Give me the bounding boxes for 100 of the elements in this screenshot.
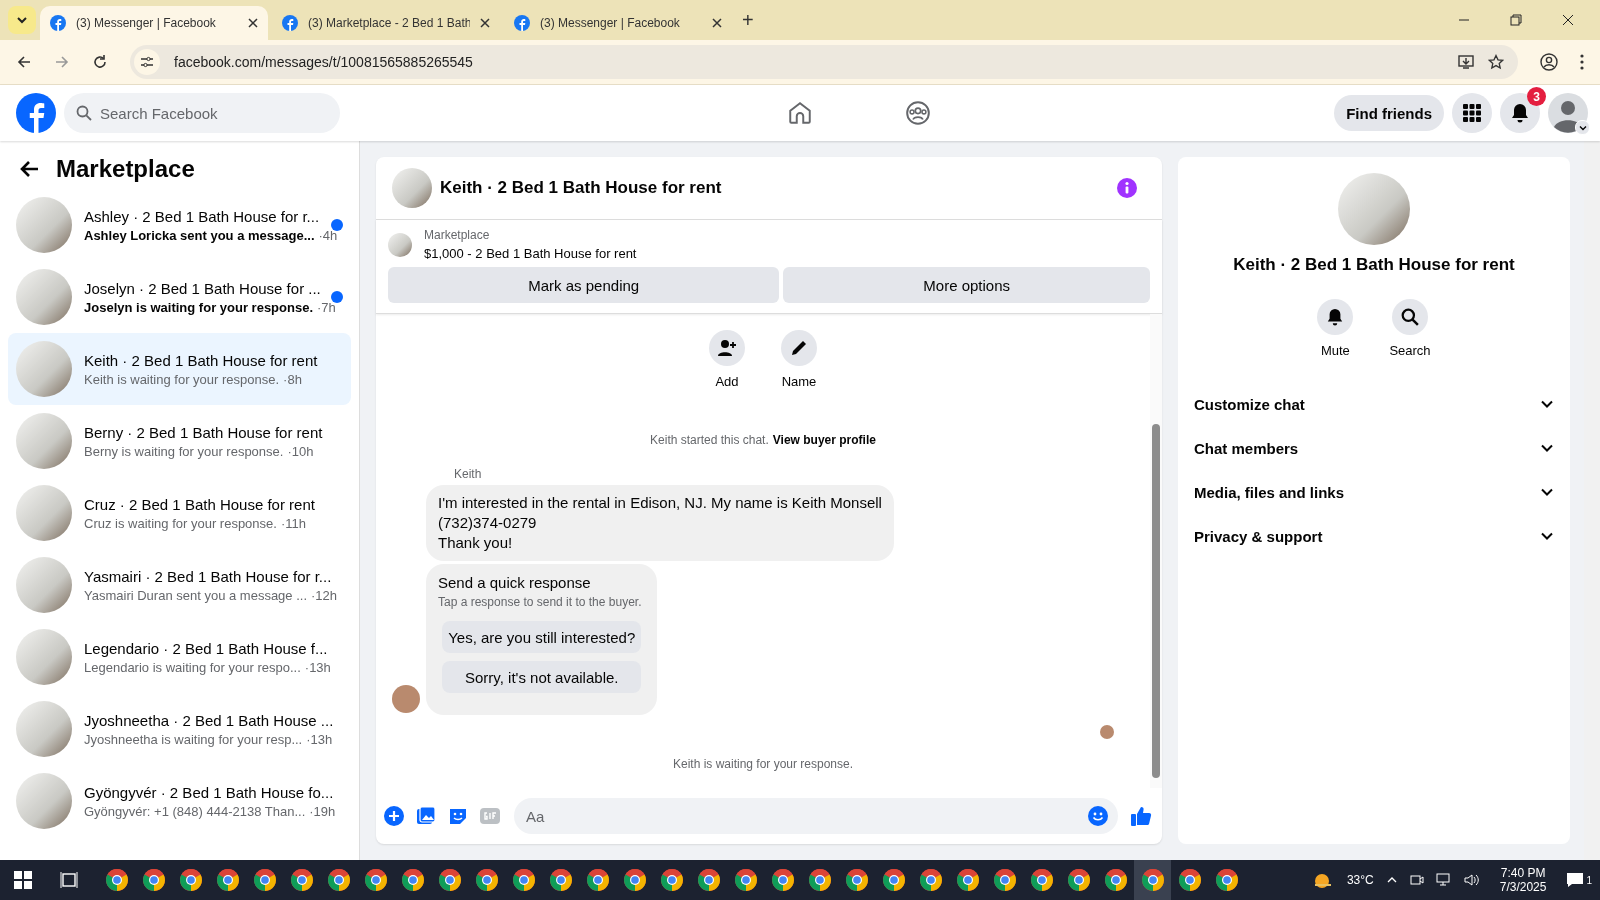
- sticker-icon[interactable]: [448, 806, 468, 826]
- collapsible-section[interactable]: Customize chat: [1194, 382, 1554, 426]
- back-icon[interactable]: [16, 54, 32, 70]
- windows-start-icon[interactable]: [14, 871, 32, 889]
- conversation-item[interactable]: Jyoshneetha · 2 Bed 1 Bath House ... Jyoshneetha is waiting for your resp... ·13h: [8, 693, 351, 765]
- browser-tab[interactable]: (3) Messenger | Facebook: [40, 6, 268, 40]
- add-person-button[interactable]: [709, 330, 745, 366]
- photo-placeholder: [16, 773, 72, 829]
- photo-placeholder: [16, 701, 72, 757]
- conversation-item[interactable]: Legendario · 2 Bed 1 Bath House f... Legendario is waiting for your respo... ·13h: [8, 621, 351, 693]
- temperature: 33°C: [1346, 873, 1374, 887]
- install-app-icon[interactable]: [1458, 54, 1474, 70]
- photo-placeholder: [388, 232, 412, 257]
- caret-icon[interactable]: [1575, 120, 1590, 135]
- facebook-icon: [282, 15, 298, 31]
- conversation-title: Gyöngyvér · 2 Bed 1 Bath House fo...: [84, 783, 335, 801]
- photo-placeholder: [16, 629, 72, 685]
- pencil-icon: [789, 338, 809, 358]
- page-scrollbar[interactable]: [1584, 141, 1600, 860]
- camera-icon[interactable]: [1409, 873, 1424, 887]
- collapsible-section[interactable]: Chat members: [1194, 426, 1554, 470]
- conversation-item[interactable]: Berny · 2 Bed 1 Bath House for rent Berny is waiting for your response. ·10h: [8, 405, 351, 477]
- emoji-icon[interactable]: [1088, 806, 1108, 826]
- new-tab-button[interactable]: +: [736, 7, 760, 33]
- photo-placeholder: [16, 485, 72, 541]
- photo-placeholder: [392, 168, 432, 208]
- listing-title: $1,000 - 2 Bed 1 Bath House for rent: [424, 246, 637, 261]
- conversation-title: Yasmairi · 2 Bed 1 Bath House for r...: [84, 567, 333, 585]
- message-preview: Legendario is waiting for your respo...: [84, 659, 301, 675]
- account-avatar[interactable]: [1548, 93, 1588, 133]
- view-buyer-profile-link[interactable]: View buyer profile: [772, 433, 876, 447]
- bell-icon: [1326, 308, 1345, 326]
- browser-tab[interactable]: (3) Messenger | Facebook: [504, 6, 732, 40]
- address-bar[interactable]: facebook.com/messages/t/10081565885265545: [130, 45, 1518, 79]
- find-friends-button[interactable]: Find friends: [1334, 95, 1444, 131]
- more-icon[interactable]: [1580, 54, 1584, 70]
- conversation-item[interactable]: Joselyn · 2 Bed 1 Bath House for ... Joselyn is waiting for your response. ·7h: [8, 261, 351, 333]
- message-input[interactable]: Aa: [514, 798, 1118, 834]
- conversation-item[interactable]: Gyöngyvér · 2 Bed 1 Bath House fo... Gyöngyvér: +1 (848) 444-2138 Than... ·19h: [8, 765, 351, 837]
- listing-action-button[interactable]: More options: [783, 267, 1150, 303]
- conversation-title: Jyoshneetha · 2 Bed 1 Bath House ...: [84, 711, 335, 729]
- thumbs-up-icon[interactable]: [1130, 805, 1152, 827]
- conversation-item[interactable]: Keith · 2 Bed 1 Bath House for rent Keith is waiting for your response. ·8h: [8, 333, 351, 405]
- rename-button[interactable]: [781, 330, 817, 366]
- site-settings-icon[interactable]: [134, 49, 160, 75]
- action-label: Add: [715, 374, 739, 389]
- plus-icon[interactable]: [384, 806, 404, 826]
- collapsible-section[interactable]: Media, files and links: [1194, 470, 1554, 514]
- scrollbar[interactable]: [1150, 314, 1162, 788]
- conversation-item[interactable]: Yasmairi · 2 Bed 1 Bath House for r... Yasmairi Duran sent you a message ... ·12h: [8, 549, 351, 621]
- message-time: ·10h: [287, 443, 314, 459]
- tab-list-button[interactable]: [8, 6, 36, 34]
- action-label: Mute: [1320, 343, 1350, 358]
- task-view-icon[interactable]: [60, 871, 78, 889]
- notifications-button[interactable]: [1500, 93, 1540, 133]
- browser-taskbar-icon[interactable]: [1134, 860, 1171, 900]
- bell-icon: [1510, 103, 1530, 123]
- restore-icon[interactable]: [1510, 14, 1522, 26]
- collapsible-section[interactable]: Privacy & support: [1194, 514, 1554, 558]
- unread-dot: [331, 291, 343, 303]
- mute-button[interactable]: [1317, 299, 1354, 335]
- message-preview: Berny is waiting for your response.: [84, 443, 284, 459]
- close-icon[interactable]: [248, 18, 258, 28]
- message-time: ·12h: [311, 587, 338, 603]
- grid-icon: [1462, 103, 1482, 123]
- conversation-item[interactable]: Ashley · 2 Bed 1 Bath House for r... Ashley Loricka sent you a message... ·4h: [8, 189, 351, 261]
- close-icon[interactable]: [480, 18, 490, 28]
- image-icon[interactable]: [416, 806, 436, 826]
- chat-title: Keith · 2 Bed 1 Bath House for rent: [1233, 255, 1515, 275]
- quick-response-hint: Tap a response to send it to the buyer.: [438, 595, 642, 609]
- star-icon[interactable]: [1488, 54, 1504, 70]
- browser-tab[interactable]: (3) Marketplace - 2 Bed 1 Bath: [272, 6, 500, 40]
- facebook-logo[interactable]: [16, 93, 56, 133]
- conversation-item[interactable]: Cruz · 2 Bed 1 Bath House for rent Cruz is waiting for your response. ·11h: [8, 477, 351, 549]
- clock-date: 7/3/2025: [1499, 880, 1547, 894]
- quick-reply-button[interactable]: Sorry, it's not available.: [442, 661, 642, 693]
- back-arrow-icon[interactable]: [20, 159, 40, 179]
- close-icon[interactable]: [1562, 14, 1574, 26]
- search-icon: [1401, 308, 1419, 326]
- action-label: Name: [781, 374, 817, 389]
- info-icon[interactable]: [1116, 177, 1138, 199]
- search-button[interactable]: [1392, 299, 1428, 335]
- home-icon[interactable]: [787, 100, 813, 126]
- conversation-title: Joselyn · 2 Bed 1 Bath House for ...: [84, 279, 319, 297]
- search-field[interactable]: Search Facebook: [64, 93, 340, 133]
- quick-reply-button[interactable]: Yes, are you still interested?: [442, 621, 642, 653]
- message-preview: Jyoshneetha is waiting for your resp...: [84, 731, 303, 747]
- close-icon[interactable]: [712, 18, 722, 28]
- reload-icon[interactable]: [92, 54, 108, 70]
- groups-icon[interactable]: [905, 100, 931, 126]
- volume-icon[interactable]: [1463, 873, 1480, 887]
- chevron-down-icon: [16, 14, 28, 26]
- forward-icon[interactable]: [54, 54, 70, 70]
- conversation-title: Berny · 2 Bed 1 Bath House for rent: [84, 423, 324, 441]
- profile-icon[interactable]: [1540, 53, 1558, 71]
- network-icon[interactable]: [1435, 873, 1452, 887]
- menu-button[interactable]: [1452, 93, 1492, 133]
- unread-dot: [331, 219, 343, 231]
- conversation-title: Keith · 2 Bed 1 Bath House for rent: [84, 351, 319, 369]
- listing-action-button[interactable]: Mark as pending: [388, 267, 780, 303]
